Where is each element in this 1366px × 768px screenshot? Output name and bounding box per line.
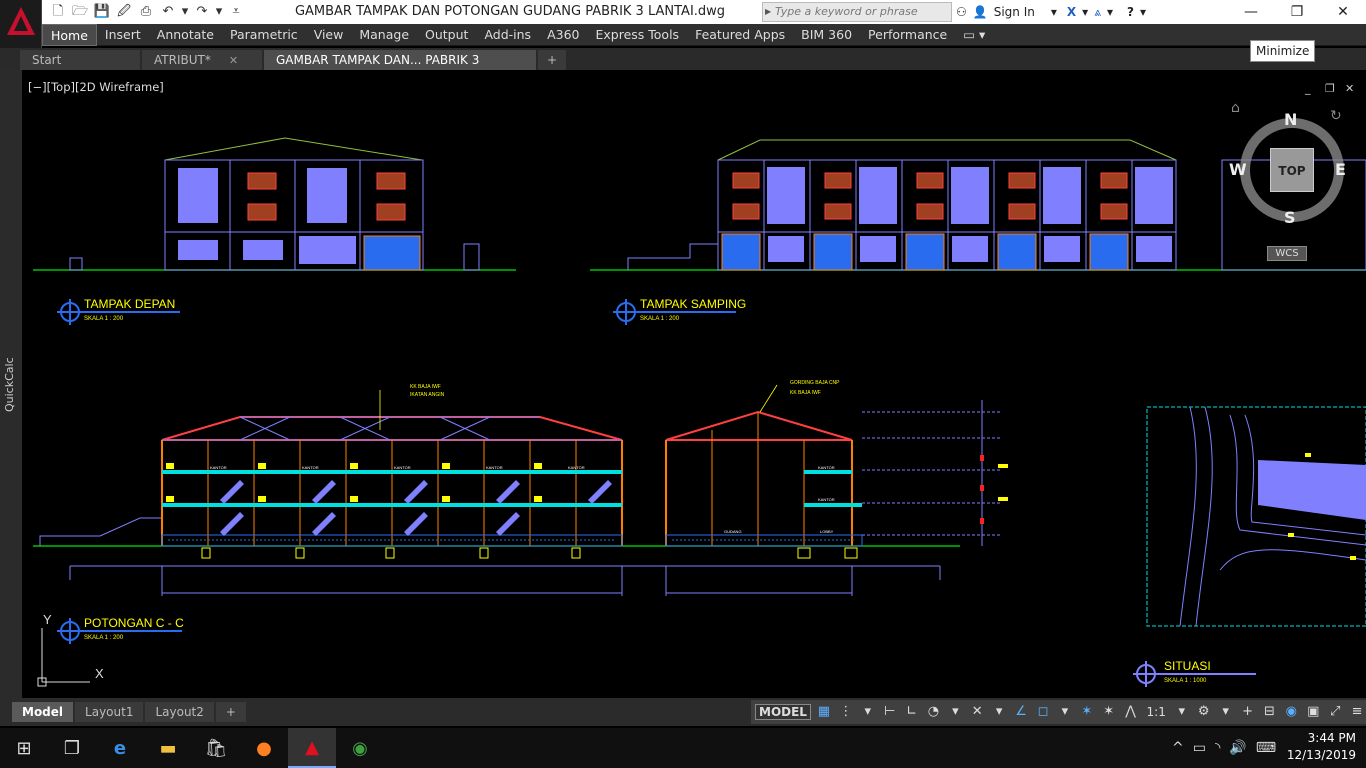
lock-ui-icon[interactable]: ▣ (1304, 703, 1322, 721)
front-elevation (33, 137, 516, 271)
firefox-icon[interactable]: ● (240, 728, 288, 768)
file-explorer-icon[interactable]: ▬ (144, 728, 192, 768)
wcs-menu[interactable]: WCS (1267, 246, 1307, 261)
chrome-icon[interactable]: ◉ (336, 728, 384, 768)
view-title-markers (57, 299, 1256, 687)
annotation-scale[interactable]: 1:1 (1144, 705, 1169, 719)
task-view-icon[interactable]: ❐ (48, 728, 96, 768)
osnap-tracking-icon[interactable]: ∠ (1012, 703, 1030, 721)
section-note-3: GORDING BAJA CNP (790, 380, 840, 386)
workspace-gear-icon[interactable]: ⚙ (1195, 703, 1213, 721)
volume-icon[interactable]: 🔊 (1229, 740, 1246, 756)
model-space-button[interactable]: MODEL (755, 704, 811, 720)
add-layout-button[interactable]: + (215, 702, 246, 722)
annotation-visibility-icon[interactable]: ✶ (1078, 703, 1096, 721)
windows-taskbar: ⊞ ❐ e ▬ 🛍 ● ▲ ◉ ^ ▭ ◝ 🔊 ⌨ 3:44 PM 12/13/… (0, 728, 1366, 768)
edge-browser-icon[interactable]: e (96, 728, 144, 768)
keyboard-icon[interactable]: ⌨ (1256, 740, 1276, 756)
autocad-taskbar-icon[interactable]: ▲ (288, 728, 336, 768)
clock-time: 3:44 PM (1307, 731, 1356, 745)
snap-icon[interactable]: ⋮ (837, 703, 855, 721)
quick-properties-icon[interactable]: ◉ (1282, 703, 1300, 721)
section-note-2: IKATAN ANGIN (410, 392, 445, 398)
windows-start-icon[interactable]: ⊞ (0, 728, 48, 768)
view-scale-front: SKALA 1 : 200 (84, 316, 124, 322)
battery-icon[interactable]: ▭ (1193, 740, 1206, 756)
view-scale-site: SKALA 1 : 1000 (1164, 678, 1207, 684)
chevron-down-icon[interactable]: ▾ (1217, 703, 1235, 721)
cad-drawing (33, 137, 1366, 687)
view-title-section: POTONGAN C - C (84, 616, 184, 630)
compass-north[interactable]: N (1284, 110, 1297, 129)
system-clock[interactable]: 3:44 PM 12/13/2019 (1287, 730, 1356, 764)
view-title-side: TAMPAK SAMPING (640, 297, 747, 311)
room-label: GUDANG (724, 529, 742, 534)
ucs-y-label: Y (43, 612, 52, 627)
svg-text:⌂: ⌂ (1231, 100, 1240, 116)
chevron-down-icon[interactable]: ▾ (1173, 703, 1191, 721)
chevron-down-icon[interactable]: ▾ (1056, 703, 1074, 721)
room-label: KANTOR (302, 465, 319, 470)
compass-west[interactable]: W (1229, 160, 1247, 179)
room-label: KANTOR (210, 465, 227, 470)
section-drawing (33, 384, 1008, 596)
view-scale-section: SKALA 1 : 200 (84, 635, 124, 641)
status-bar: MODEL ▦ ⋮ ▾ ⊢ ∟ ◔ ▾ ✕ ▾ ∠ ◻ ▾ ✶ ✶ ⋀ 1:1 … (751, 700, 1366, 724)
grid-icon[interactable]: ▦ (815, 703, 833, 721)
ucs-x-label: X (95, 666, 104, 681)
ortho-icon[interactable]: ∟ (903, 703, 921, 721)
clock-date: 12/13/2019 (1286, 748, 1356, 762)
room-label: KANTOR (486, 465, 503, 470)
chevron-down-icon[interactable]: ▾ (859, 703, 877, 721)
chevron-down-icon[interactable]: ▾ (990, 703, 1008, 721)
room-label: LOBBY (820, 529, 834, 534)
view-scale-side: SKALA 1 : 200 (640, 316, 680, 322)
compass-south[interactable]: S (1284, 208, 1296, 227)
annotation-scale-icon[interactable]: ⋀ (1122, 703, 1140, 721)
tab-layout1[interactable]: Layout1 (75, 702, 144, 722)
room-label: KANTOR (818, 465, 835, 470)
autoscale-icon[interactable]: ✶ (1100, 703, 1118, 721)
object-snap-icon[interactable]: ◻ (1034, 703, 1052, 721)
tab-layout2[interactable]: Layout2 (145, 702, 214, 722)
room-label: KANTOR (394, 465, 411, 470)
viewcube-top-face[interactable]: TOP (1270, 148, 1314, 192)
section-note-4: KK BAJA IWF (790, 390, 821, 396)
wifi-icon[interactable]: ◝ (1215, 740, 1220, 756)
room-label: KANTOR (818, 497, 835, 502)
room-label: KANTOR (568, 465, 585, 470)
view-title-front: TAMPAK DEPAN (84, 297, 176, 311)
customization-icon[interactable]: ≡ (1348, 703, 1366, 721)
section-note-1: KK BAJA IWF (410, 384, 441, 390)
chevron-down-icon[interactable]: ▾ (946, 703, 964, 721)
isodraft-icon[interactable]: ✕ (968, 703, 986, 721)
compass-east[interactable]: E (1335, 160, 1346, 179)
units-icon[interactable]: ⊟ (1260, 703, 1278, 721)
site-plan (1146, 406, 1366, 627)
tab-model[interactable]: Model (12, 702, 74, 722)
viewcube[interactable]: ⌂ ↻ TOP N S E W WCS (1225, 100, 1366, 270)
system-tray: ^ ▭ ◝ 🔊 ⌨ (1172, 728, 1276, 768)
show-hidden-icons-icon[interactable]: ^ (1172, 740, 1184, 756)
svg-text:↻: ↻ (1330, 108, 1342, 124)
infer-constraints-icon[interactable]: ⊢ (881, 703, 899, 721)
polar-tracking-icon[interactable]: ◔ (924, 703, 942, 721)
clean-screen-icon[interactable]: ⤢ (1326, 703, 1344, 721)
store-icon[interactable]: 🛍 (192, 728, 240, 768)
annotation-monitor-icon[interactable]: + (1239, 703, 1257, 721)
view-title-site: SITUASI (1164, 659, 1211, 673)
